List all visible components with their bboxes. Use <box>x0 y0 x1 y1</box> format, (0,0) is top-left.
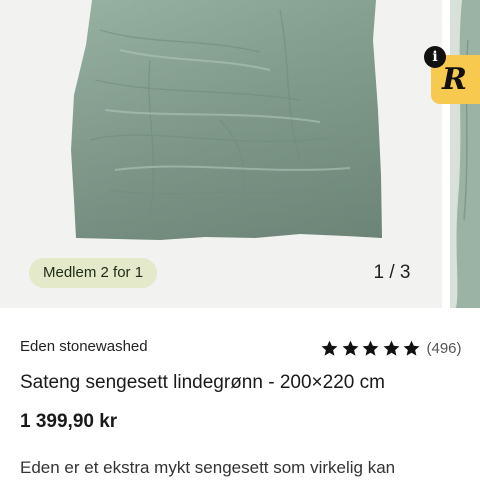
product-image-gallery[interactable]: Medlem 2 for 1 1 / 3 <box>0 0 480 308</box>
product-image-next <box>450 0 480 308</box>
gallery-slide-1[interactable]: Medlem 2 for 1 1 / 3 <box>0 0 442 308</box>
info-icon[interactable]: i <box>424 46 446 68</box>
product-description: Eden er et ekstra mykt sengesett som vir… <box>20 458 396 477</box>
product-rating[interactable]: (496) <box>320 337 462 359</box>
gallery-slide-2-preview[interactable] <box>450 0 480 308</box>
image-counter: 1 / 3 <box>373 262 411 283</box>
product-price: 1 399,90 kr <box>20 411 118 432</box>
product-brand[interactable]: Eden stonewashed <box>20 338 148 355</box>
member-offer-badge: Medlem 2 for 1 <box>29 258 158 288</box>
product-title: Sateng sengesett lindegrønn - 200×220 cm <box>20 372 385 393</box>
widget-logo-icon: R <box>442 62 467 97</box>
star-icon <box>382 339 401 358</box>
star-icon <box>320 339 339 358</box>
star-icon <box>361 339 380 358</box>
rating-stars <box>320 339 423 358</box>
star-icon <box>402 339 421 358</box>
star-icon <box>341 339 360 358</box>
review-count: (496) <box>426 339 462 357</box>
